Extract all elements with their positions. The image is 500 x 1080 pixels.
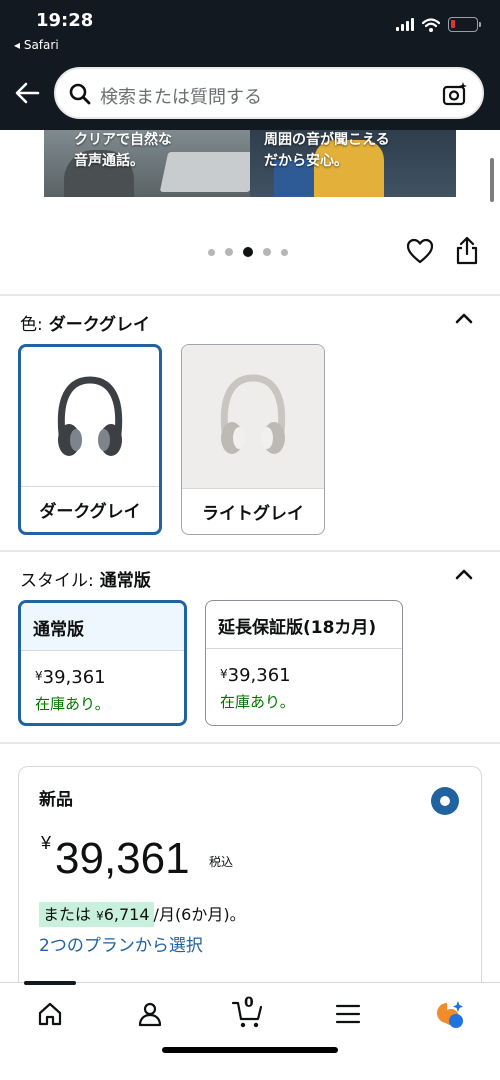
nav-rufus-ai[interactable] xyxy=(428,997,468,1031)
installment-highlight: または ¥6,714 xyxy=(39,902,154,927)
chevron-up-icon[interactable] xyxy=(455,312,473,324)
offer-radio-selected[interactable] xyxy=(431,787,459,815)
search-icon xyxy=(69,83,91,105)
product-thumbnail xyxy=(21,347,159,490)
camera-search-icon[interactable] xyxy=(442,81,468,107)
search-placeholder: 検索または質問する xyxy=(100,87,262,108)
product-thumbnail xyxy=(182,345,324,488)
menu-icon xyxy=(335,1004,361,1024)
style-option-extended-warranty[interactable]: 延長保証版(18カ月) ¥39,361 在庫あり。 xyxy=(205,600,403,726)
chevron-up-icon[interactable] xyxy=(455,568,473,580)
nav-home[interactable] xyxy=(30,997,70,1031)
active-tab-indicator xyxy=(24,981,76,985)
carousel-dot[interactable] xyxy=(281,248,288,256)
carousel-dot[interactable] xyxy=(263,248,271,256)
bottom-nav: 0 xyxy=(0,981,500,1080)
color-option-dark-gray[interactable]: ダークグレイ xyxy=(18,344,162,535)
offer-title: 新品 xyxy=(39,790,73,810)
search-bar[interactable]: 検索または質問する xyxy=(54,67,484,119)
back-arrow-icon[interactable] xyxy=(14,80,40,106)
divider xyxy=(0,550,500,552)
banner-caption-left: クリアで自然な 音声通話。 xyxy=(74,132,172,169)
battery-icon xyxy=(448,17,481,32)
signal-icon xyxy=(396,18,414,31)
stock-status: 在庫あり。 xyxy=(220,693,295,711)
new-offer-card[interactable]: 新品 ¥39,361 税込 または ¥6,714/月(6か月)。 2つのプランか… xyxy=(18,766,482,1006)
selected-style: 通常版 xyxy=(99,571,151,591)
home-icon xyxy=(38,1002,62,1026)
style-option-title: 通常版 xyxy=(21,603,184,651)
offer-price: ¥39,361 xyxy=(41,833,190,883)
color-option-label: ライトグレイ xyxy=(182,488,324,534)
style-option-price: ¥39,361 xyxy=(35,667,106,688)
color-option-label: ダークグレイ xyxy=(21,486,159,532)
carousel-dots[interactable] xyxy=(208,247,288,257)
page-scrollbar[interactable] xyxy=(490,158,494,202)
divider xyxy=(0,294,500,296)
share-icon[interactable] xyxy=(455,236,479,266)
style-label: スタイル: 通常版 xyxy=(20,571,151,591)
product-image-banner[interactable]: クリアで自然な 音声通話。 周囲の音が聞こえる だから安心。 xyxy=(44,130,456,197)
nav-cart[interactable]: 0 xyxy=(228,995,268,1031)
tax-included-label: 税込 xyxy=(209,855,234,869)
nav-account[interactable] xyxy=(130,997,170,1031)
status-time: 19:28 xyxy=(36,10,94,31)
back-to-safari-link[interactable]: ◂ Safari xyxy=(14,38,59,52)
color-label: 色: ダークグレイ xyxy=(20,315,151,335)
headphones-light-icon xyxy=(220,373,286,454)
banner-caption-right: 周囲の音が聞こえる だから安心。 xyxy=(264,132,390,169)
stock-status: 在庫あり。 xyxy=(35,695,110,713)
person-icon xyxy=(138,1002,162,1027)
carousel-dot[interactable] xyxy=(225,248,233,256)
divider xyxy=(0,742,500,744)
carousel-dot-active[interactable] xyxy=(243,247,253,257)
installment-plans-link[interactable]: 2つのプランから選択 xyxy=(39,931,203,956)
nav-menu[interactable] xyxy=(328,997,368,1031)
heart-icon[interactable] xyxy=(406,238,434,264)
color-option-light-gray[interactable]: ライトグレイ xyxy=(181,344,325,535)
home-indicator[interactable] xyxy=(162,1047,338,1053)
top-bar: 19:28 ◂ Safari 検索または質問する xyxy=(0,0,500,130)
carousel-dot[interactable] xyxy=(208,248,215,256)
cart-count: 0 xyxy=(244,995,254,1011)
style-option-price: ¥39,361 xyxy=(220,665,291,686)
installment-text: または ¥6,714/月(6か月)。 xyxy=(39,901,246,927)
selected-color: ダークグレイ xyxy=(48,315,151,335)
wifi-icon xyxy=(422,17,440,32)
headphones-dark-icon xyxy=(57,375,123,456)
style-option-title: 延長保証版(18カ月) xyxy=(206,601,402,649)
ai-assistant-icon xyxy=(437,1001,463,1028)
style-option-standard[interactable]: 通常版 ¥39,361 在庫あり。 xyxy=(18,600,187,726)
status-icons xyxy=(396,17,481,32)
